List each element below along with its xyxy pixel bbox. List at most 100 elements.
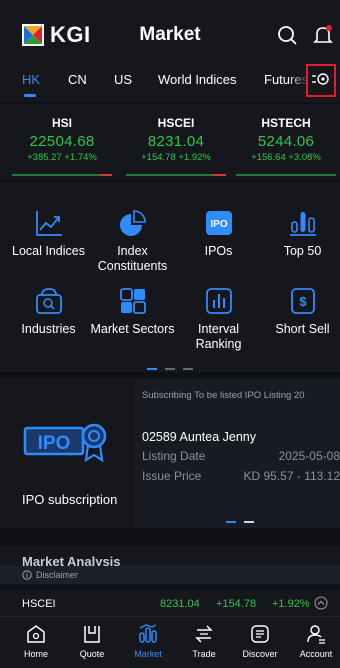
short-sell-button[interactable]: $ Short Sell xyxy=(260,286,340,337)
index-bar xyxy=(12,174,112,176)
function-label: Local Indices xyxy=(12,244,85,258)
ipo-subscription-card[interactable]: IPO IPO subscription xyxy=(0,378,130,528)
function-label: Market Sectors xyxy=(90,322,175,336)
ipo-stock-name: 02589 Auntea Jenny xyxy=(142,430,256,444)
index-price: 8231.04 xyxy=(147,133,205,150)
notification-bell-icon[interactable] xyxy=(312,24,334,46)
issue-price-row: Issue Price KD 95.57 - 113.12 xyxy=(142,469,340,483)
svg-text:IPO: IPO xyxy=(38,433,71,454)
bottom-nav: Home Quote Market Trade Discover Account xyxy=(0,616,340,668)
page-dot xyxy=(165,368,175,370)
listing-date-value: 2025-05-08 xyxy=(278,449,340,463)
market-analysis-section: Market Analysis xyxy=(0,546,340,566)
ipo-detail-card[interactable]: Subscribing To be listed IPO Listing 20 … xyxy=(134,378,340,528)
ipo-subscription-label: IPO subscription xyxy=(22,492,118,507)
trade-icon xyxy=(195,625,213,643)
function-label: Industries xyxy=(21,322,76,336)
top-50-button[interactable]: Top 50 xyxy=(260,208,340,259)
page-indicator xyxy=(0,357,340,375)
tab-cn[interactable]: CN xyxy=(68,72,87,87)
nav-label: Home xyxy=(23,649,48,659)
ticker-price: 8231.04 xyxy=(160,598,200,610)
nav-label: Quote xyxy=(79,649,105,659)
chevron-up-icon[interactable] xyxy=(314,596,328,610)
nav-discover[interactable]: Discover xyxy=(232,623,288,659)
index-price: 5244.06 xyxy=(257,133,315,150)
nav-trade[interactable]: Trade xyxy=(176,623,232,659)
index-name: HSI xyxy=(51,116,72,130)
interval-chart-icon xyxy=(205,288,232,314)
index-bar-down xyxy=(212,174,226,176)
svg-text:IPO: IPO xyxy=(210,219,227,230)
index-card-hstech[interactable]: HSTECH 5244.06 +156.64 +3.08% xyxy=(232,110,340,180)
info-icon xyxy=(22,570,32,580)
issue-price-value: KD 95.57 - 113.12 xyxy=(243,469,340,483)
discover-icon xyxy=(251,625,269,643)
app-header: KGI Market xyxy=(0,0,340,64)
listing-date-row: Listing Date 2025-05-08 xyxy=(142,449,340,463)
home-icon xyxy=(27,625,45,643)
ipo-page-indicator xyxy=(224,510,256,528)
function-label: IPOs xyxy=(204,244,233,258)
index-bar-down xyxy=(100,174,112,176)
nav-label: Market xyxy=(134,649,162,659)
market-tabs: HK CN US World Indices Futures xyxy=(0,64,340,102)
nav-quote[interactable]: Quote xyxy=(64,623,120,659)
index-name: HSCEI xyxy=(157,116,195,130)
disclaimer-bar[interactable]: Disclaimer xyxy=(0,566,340,584)
industries-button[interactable]: Industries xyxy=(6,286,91,337)
nav-account[interactable]: Account xyxy=(288,623,340,659)
local-indices-button[interactable]: Local Indices xyxy=(6,208,91,259)
tab-settings-highlight[interactable] xyxy=(306,64,336,97)
bar-ranking-icon xyxy=(289,212,316,236)
tab-settings-icon[interactable] xyxy=(309,66,333,94)
index-change: +154.78 +1.92% xyxy=(141,152,211,163)
tab-us[interactable]: US xyxy=(114,72,132,87)
chart-trend-icon xyxy=(35,211,62,236)
search-icon[interactable] xyxy=(276,24,298,46)
ipos-button[interactable]: IPO IPOs xyxy=(176,208,261,259)
market-sectors-button[interactable]: Market Sectors xyxy=(90,286,175,337)
function-label: Top 50 xyxy=(283,244,322,258)
dollar-doc-icon: $ xyxy=(290,288,315,314)
function-label: Index Constituents xyxy=(97,244,168,273)
interval-ranking-button[interactable]: Interval Ranking xyxy=(176,286,261,352)
nav-home[interactable]: Home xyxy=(8,623,64,659)
nav-label: Discover xyxy=(242,649,278,659)
tab-world-indices[interactable]: World Indices xyxy=(158,72,237,87)
industry-search-icon xyxy=(35,288,62,314)
sectors-grid-icon xyxy=(119,288,146,314)
page-dot xyxy=(244,521,255,523)
ipo-subtabs[interactable]: Subscribing To be listed IPO Listing 20 xyxy=(142,390,340,401)
ipo-icon: IPO xyxy=(205,211,232,235)
index-change: +385.27 +1.74% xyxy=(27,152,97,163)
index-ticker[interactable]: HSCEI 8231.04 +154.78 +1.92% xyxy=(0,590,340,616)
index-price: 22504.68 xyxy=(29,133,95,150)
listing-date-label: Listing Date xyxy=(142,449,206,463)
index-constituents-button[interactable]: Index Constituents xyxy=(90,208,175,274)
index-change: +156.64 +3.08% xyxy=(251,152,321,163)
page-dot-active xyxy=(146,368,157,370)
page-dot-active xyxy=(226,521,236,523)
index-cards: HSI 22504.68 +385.27 +1.74% HSCEI 8231.0… xyxy=(0,104,340,180)
nav-market[interactable]: Market xyxy=(120,623,176,659)
index-card-hsi[interactable]: HSI 22504.68 +385.27 +1.74% xyxy=(8,110,116,180)
ipo-badge-icon: IPO xyxy=(23,423,107,463)
page-dot xyxy=(183,368,194,370)
issue-price-label: Issue Price xyxy=(142,469,202,483)
index-name: HSTECH xyxy=(261,116,311,130)
quote-icon xyxy=(84,626,100,643)
nav-label: Account xyxy=(299,649,333,659)
ticker-pct: +1.92% xyxy=(272,598,310,610)
market-analysis-title: Market Analysis xyxy=(22,554,121,566)
disclaimer-label: Disclaimer xyxy=(36,570,79,580)
market-icon xyxy=(139,624,157,643)
tab-hk[interactable]: HK xyxy=(22,72,40,87)
account-icon xyxy=(307,625,325,644)
ipo-section: IPO IPO subscription Subscribing To be l… xyxy=(0,378,340,528)
index-bar xyxy=(236,174,336,176)
active-tab-indicator xyxy=(24,94,36,97)
function-label: Interval Ranking xyxy=(195,322,242,351)
index-card-hscei[interactable]: HSCEI 8231.04 +154.78 +1.92% xyxy=(122,110,230,180)
ticker-name: HSCEI xyxy=(22,598,56,610)
